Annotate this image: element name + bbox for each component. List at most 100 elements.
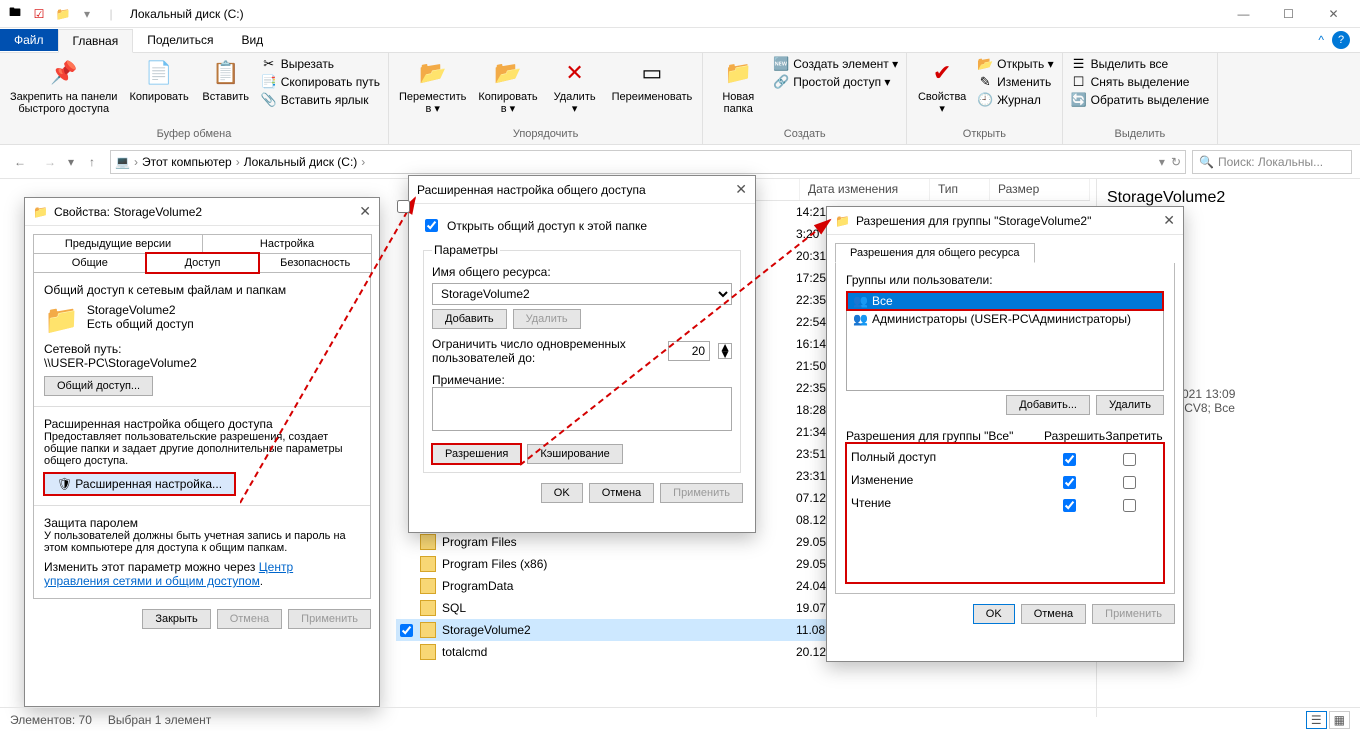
tab-share[interactable]: Поделиться	[133, 29, 227, 51]
properties-button[interactable]: ✔Свойства ▾	[913, 55, 971, 117]
open-share-checkbox[interactable]: Открыть общий доступ к этой папке	[421, 216, 743, 235]
delete-button[interactable]: ✕Удалить ▾	[546, 55, 604, 117]
note-textarea[interactable]	[432, 387, 732, 431]
full-deny-checkbox[interactable]	[1123, 453, 1136, 466]
tab-view[interactable]: Вид	[227, 29, 277, 51]
maximize-icon[interactable]: ☐	[1266, 0, 1311, 28]
caching-button[interactable]: Кэширование	[527, 444, 622, 464]
paste-button[interactable]: 📋Вставить	[197, 55, 255, 105]
edit-button[interactable]: ✎Изменить	[975, 73, 1055, 91]
read-allow-checkbox[interactable]	[1063, 499, 1076, 512]
cut-button[interactable]: ✂Вырезать	[259, 55, 382, 73]
row-checkbox[interactable]	[400, 624, 413, 637]
ok-button[interactable]: OK	[973, 604, 1015, 624]
tab-access[interactable]: Доступ	[146, 253, 260, 273]
cancel-button[interactable]: Отмена	[589, 483, 654, 503]
qat-folder-icon[interactable]: 📁	[52, 3, 74, 25]
remove-button[interactable]: Удалить	[1096, 395, 1164, 415]
invert-button[interactable]: 🔄Обратить выделение	[1069, 91, 1212, 109]
tab-share-perm[interactable]: Разрешения для общего ресурса	[835, 243, 1035, 263]
full-allow-checkbox[interactable]	[1063, 453, 1076, 466]
add-button[interactable]: Добавить	[432, 309, 507, 329]
search-icon: 🔍	[1199, 155, 1214, 169]
change-deny-checkbox[interactable]	[1123, 476, 1136, 489]
invert-icon: 🔄	[1071, 92, 1087, 108]
nav-fwd-icon[interactable]: →	[38, 155, 62, 169]
copy-icon: 📄	[143, 57, 175, 89]
folder-icon: 📁	[33, 205, 48, 219]
close-icon[interactable]: ✕	[1163, 212, 1175, 229]
status-count: Элементов: 70	[10, 713, 92, 727]
ribbon-collapse-icon[interactable]: ^	[1318, 33, 1324, 47]
group-admins[interactable]: 👥Администраторы (USER-PC\Администраторы)	[847, 310, 1163, 328]
group-all[interactable]: 👥Все	[847, 292, 1163, 310]
tab-home[interactable]: Главная	[58, 29, 134, 53]
navbar: ← → ▾ ↑ 💻 › Этот компьютер › Локальный д…	[0, 145, 1360, 179]
cancel-button: Отмена	[217, 609, 282, 629]
tab-general[interactable]: Общие	[33, 253, 147, 273]
selectnone-button[interactable]: ☐Снять выделение	[1069, 73, 1212, 91]
copyto-button[interactable]: 📂Копировать в ▾	[474, 55, 541, 117]
help-icon[interactable]: ?	[1332, 31, 1350, 49]
tab-settings[interactable]: Настройка	[202, 234, 372, 254]
groups-list[interactable]: 👥Все 👥Администраторы (USER-PC\Администра…	[846, 291, 1164, 391]
dlg1-title: Свойства: StorageVolume2	[54, 205, 202, 219]
history-button[interactable]: 🕘Журнал	[975, 91, 1055, 109]
crumb-refresh-icon[interactable]: ↻	[1171, 155, 1181, 169]
crumb-dropdown-icon[interactable]: ▾	[1159, 155, 1165, 169]
tab-security[interactable]: Безопасность	[258, 253, 372, 273]
properties-dialog: 📁 Свойства: StorageVolume2 ✕ Предыдущие …	[24, 197, 380, 707]
close-icon[interactable]: ✕	[1311, 0, 1356, 28]
edit-icon: ✎	[977, 74, 993, 90]
newfolder-icon: 📁	[722, 57, 754, 89]
newfolder-button[interactable]: 📁Новая папка	[709, 55, 767, 117]
delete-icon: ✕	[559, 57, 591, 89]
read-deny-checkbox[interactable]	[1123, 499, 1136, 512]
pastelink-button[interactable]: 📎Вставить ярлык	[259, 91, 382, 109]
copy-button[interactable]: 📄Копировать	[125, 55, 192, 105]
close-button[interactable]: Закрыть	[142, 609, 210, 629]
shield-icon: 🛡	[57, 477, 72, 491]
folder-icon	[420, 622, 436, 638]
minimize-icon[interactable]: —	[1221, 0, 1266, 28]
nav-recent-icon[interactable]: ▾	[68, 155, 74, 169]
view-details-icon[interactable]: ☰	[1306, 711, 1327, 729]
nav-up-icon[interactable]: ↑	[80, 155, 104, 169]
rename-button[interactable]: ▭Переименовать	[608, 55, 697, 105]
close-icon[interactable]: ✕	[735, 181, 747, 198]
newitem-button[interactable]: 🆕Создать элемент ▾	[771, 55, 900, 73]
selectall-button[interactable]: ☰Выделить все	[1069, 55, 1212, 73]
group-new-label: Создать	[709, 126, 900, 142]
pin-button[interactable]: 📌Закрепить на панели быстрого доступа	[6, 55, 121, 117]
moveto-icon: 📂	[417, 57, 449, 89]
nav-back-icon[interactable]: ←	[8, 155, 32, 169]
qat-checkbox-icon[interactable]: ☑	[28, 3, 50, 25]
qat-icon[interactable]: 🖿	[4, 3, 26, 25]
tab-prev[interactable]: Предыдущие версии	[33, 234, 203, 254]
close-icon[interactable]: ✕	[359, 203, 371, 220]
change-allow-checkbox[interactable]	[1063, 476, 1076, 489]
add-button[interactable]: Добавить...	[1006, 395, 1090, 415]
moveto-button[interactable]: 📂Переместить в ▾	[395, 55, 470, 117]
search-input[interactable]: 🔍 Поиск: Локальны...	[1192, 150, 1352, 174]
open-button[interactable]: 📂Открыть ▾	[975, 55, 1055, 73]
copypath-button[interactable]: 📑Скопировать путь	[259, 73, 382, 91]
qat-dropdown-icon[interactable]: ▾	[76, 3, 98, 25]
sharename-select[interactable]: StorageVolume2	[432, 283, 732, 305]
view-large-icon[interactable]: ▦	[1329, 711, 1350, 729]
tab-file[interactable]: Файл	[0, 29, 58, 51]
permissions-dialog: 📁 Разрешения для группы "StorageVolume2"…	[826, 206, 1184, 662]
limit-input[interactable]	[668, 341, 710, 361]
spinner-icon[interactable]: ▲▼	[718, 343, 732, 359]
advanced-sharing-button[interactable]: 🛡 Расширенная настройка...	[44, 473, 235, 495]
breadcrumb[interactable]: 💻 › Этот компьютер › Локальный диск (C:)…	[110, 150, 1186, 174]
folder-icon: 📁	[835, 214, 850, 228]
row-checkbox[interactable]	[397, 200, 410, 213]
crumb-drive[interactable]: Локальный диск (C:)	[244, 155, 358, 169]
share-button[interactable]: Общий доступ...	[44, 376, 153, 396]
permissions-button[interactable]: Разрешения	[432, 444, 521, 464]
ok-button[interactable]: OK	[541, 483, 583, 503]
crumb-pc[interactable]: Этот компьютер	[142, 155, 232, 169]
easyaccess-button[interactable]: 🔗Простой доступ ▾	[771, 73, 900, 91]
cancel-button[interactable]: Отмена	[1021, 604, 1086, 624]
